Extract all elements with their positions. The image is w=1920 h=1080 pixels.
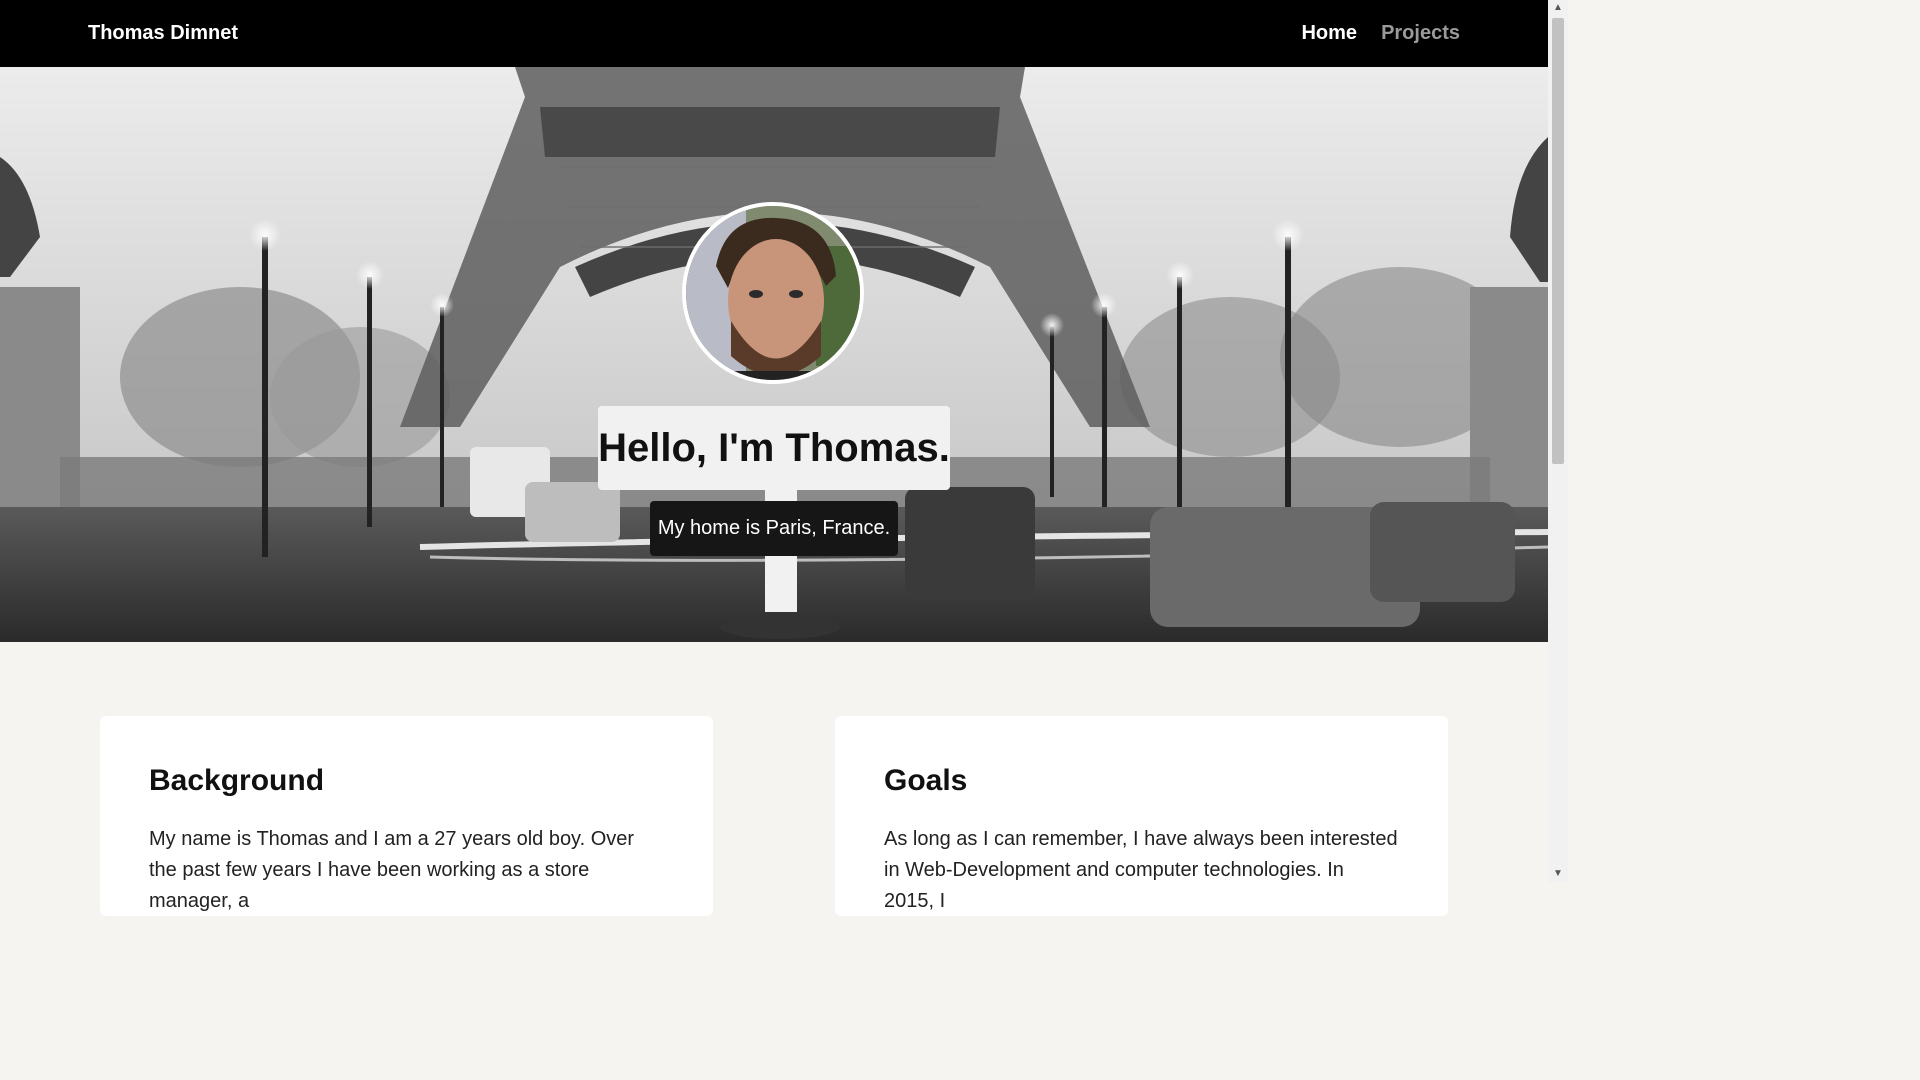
profile-avatar (682, 202, 864, 384)
greeting-heading: Hello, I'm Thomas. (598, 425, 950, 470)
location-badge: My home is Paris, France. (650, 501, 898, 556)
hero-banner: Hello, I'm Thomas. My home is Paris, Fra… (0, 67, 1548, 642)
goals-title: Goals (884, 764, 968, 797)
profile-photo (686, 206, 860, 380)
nav-links: Home Projects (1301, 22, 1460, 45)
location-text: My home is Paris, France. (657, 517, 891, 539)
background-title: Background (149, 764, 325, 797)
background-text: My name is Thomas and I am a 27 years ol… (149, 828, 635, 912)
goals-text: As long as I can remember, I have always… (884, 828, 1398, 912)
vertical-scrollbar[interactable]: ▲ ▼ (1548, 0, 1568, 882)
goals-card: Goals As long as I can remember, I have … (835, 716, 1448, 916)
greeting-box: Hello, I'm Thomas. (598, 406, 950, 490)
scrollbar-thumb[interactable] (1552, 18, 1564, 464)
background-card: Background My name is Thomas and I am a … (100, 716, 713, 916)
brand-link[interactable]: Thomas Dimnet (88, 22, 238, 45)
navbar: Thomas Dimnet Home Projects (0, 0, 1548, 67)
nav-link-home[interactable]: Home (1301, 22, 1357, 45)
triangle-up-icon[interactable]: ▲ (1548, 0, 1568, 16)
triangle-down-icon[interactable]: ▼ (1548, 866, 1568, 882)
nav-link-projects[interactable]: Projects (1381, 22, 1460, 45)
